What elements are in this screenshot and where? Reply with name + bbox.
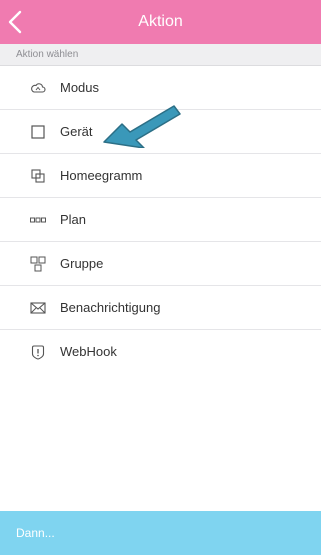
square-icon <box>30 124 46 140</box>
action-item-gruppe[interactable]: Gruppe <box>0 242 321 286</box>
overlapping-squares-icon <box>30 168 46 184</box>
action-screen: Aktion Aktion wählen Modus Gerät Homeegr… <box>0 0 321 555</box>
envelope-icon <box>30 300 46 316</box>
action-item-webhook[interactable]: WebHook <box>0 330 321 374</box>
action-label: Benachrichtigung <box>60 300 161 315</box>
next-button-label: Dann... <box>16 526 55 540</box>
next-button[interactable]: Dann... <box>0 511 321 555</box>
action-item-homeegramm[interactable]: Homeegramm <box>0 154 321 198</box>
section-label: Aktion wählen <box>16 49 79 60</box>
shield-alert-icon <box>30 344 46 360</box>
cloud-icon <box>30 80 46 96</box>
action-item-plan[interactable]: Plan <box>0 198 321 242</box>
section-header: Aktion wählen <box>0 44 321 66</box>
action-label: Plan <box>60 212 87 227</box>
group-icon <box>30 256 46 272</box>
action-item-benachrichtigung[interactable]: Benachrichtigung <box>0 286 321 330</box>
action-label: Gerät <box>60 124 93 139</box>
action-label: Modus <box>60 80 100 95</box>
action-label: Gruppe <box>60 256 104 271</box>
action-label: WebHook <box>60 344 117 359</box>
action-label: Homeegramm <box>60 168 143 183</box>
arrow-icon <box>103 105 181 148</box>
page-title: Aktion <box>138 13 183 30</box>
nav-bar: Aktion <box>0 0 321 44</box>
three-squares-icon <box>30 212 46 228</box>
